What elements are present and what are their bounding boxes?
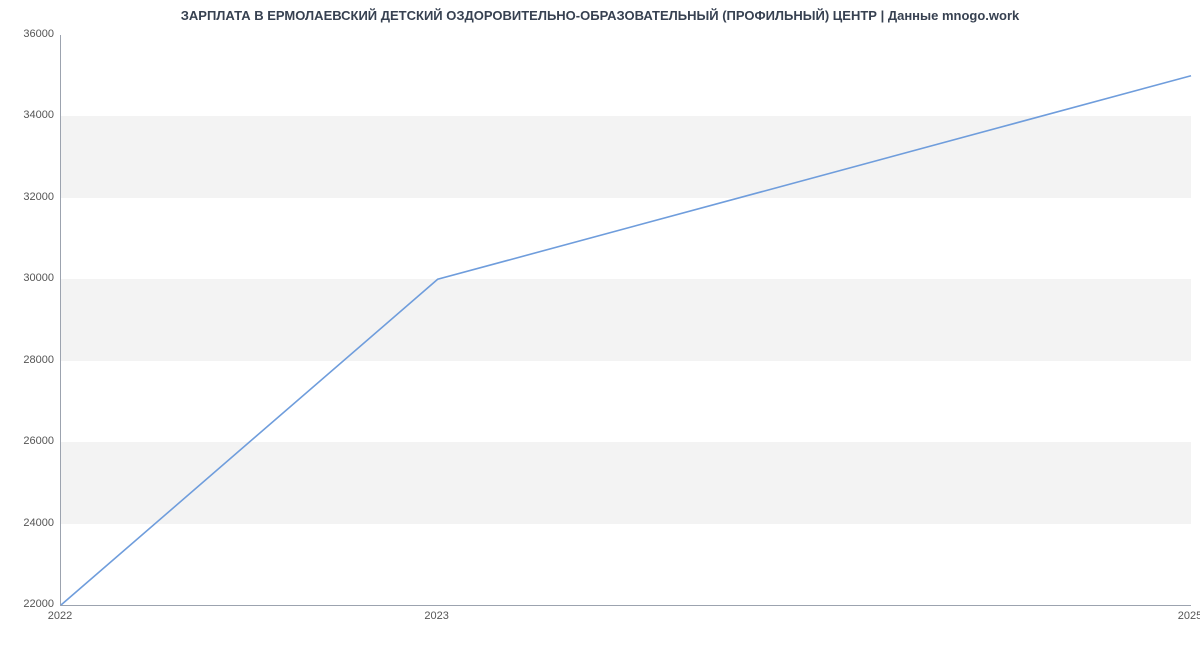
y-tick-label: 36000: [6, 28, 54, 40]
series-line: [61, 76, 1191, 605]
chart-container: ЗАРПЛАТА В ЕРМОЛАЕВСКИЙ ДЕТСКИЙ ОЗДОРОВИ…: [0, 0, 1200, 650]
y-tick-label: 22000: [6, 598, 54, 610]
plot-area: [60, 35, 1191, 606]
y-tick-label: 32000: [6, 191, 54, 203]
y-tick-label: 34000: [6, 109, 54, 121]
x-tick-label: 2025: [1178, 610, 1200, 622]
y-tick-label: 28000: [6, 354, 54, 366]
x-tick-label: 2022: [48, 610, 72, 622]
x-tick-label: 2023: [424, 610, 448, 622]
line-series: [61, 35, 1191, 605]
y-tick-label: 26000: [6, 435, 54, 447]
y-tick-label: 24000: [6, 517, 54, 529]
y-tick-label: 30000: [6, 272, 54, 284]
chart-title: ЗАРПЛАТА В ЕРМОЛАЕВСКИЙ ДЕТСКИЙ ОЗДОРОВИ…: [0, 8, 1200, 23]
